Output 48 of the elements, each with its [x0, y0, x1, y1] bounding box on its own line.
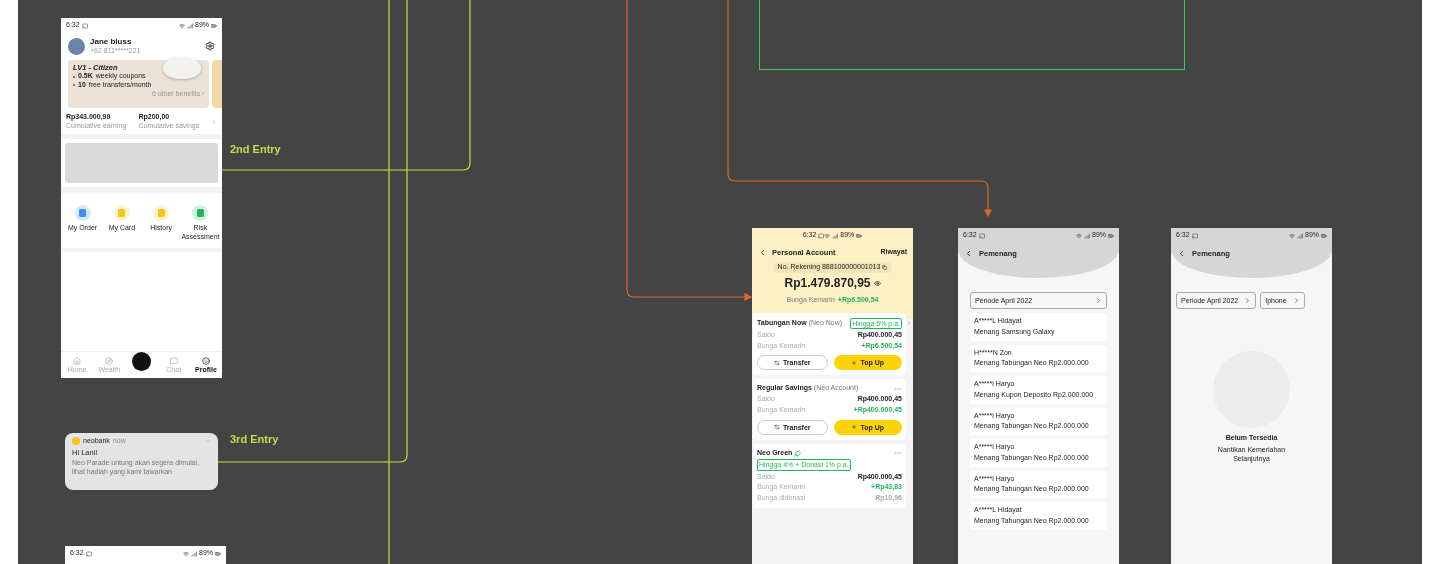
- cast-icon: [85, 550, 92, 557]
- signal-icon: [832, 232, 839, 239]
- chevron-icon: [1095, 297, 1102, 304]
- plus-icon: [851, 424, 858, 431]
- wifi-icon: [824, 232, 831, 239]
- battery-icon: [211, 22, 217, 29]
- chevron-icon: [1292, 297, 1300, 304]
- signal-icon: [1084, 232, 1090, 239]
- nav-icon: [105, 357, 114, 365]
- wifi-icon: [183, 550, 189, 557]
- nav-icon: [169, 357, 178, 365]
- back-icon[interactable]: [964, 249, 973, 259]
- wifi-icon: [1289, 232, 1295, 239]
- card-edge: [212, 59, 222, 108]
- battery-icon: [1108, 232, 1114, 239]
- cast-icon: [978, 232, 985, 239]
- wifi-icon: [179, 22, 185, 29]
- app-icon: [72, 437, 80, 446]
- cast-icon: [81, 22, 88, 29]
- plus-icon: [851, 359, 858, 366]
- cast-icon: [1191, 232, 1198, 239]
- entry-label: 2nd Entry: [230, 143, 281, 155]
- nav-icon: [73, 357, 82, 365]
- wifi-icon: [1076, 232, 1082, 239]
- nav-icon: [201, 357, 210, 365]
- swap-icon: [773, 359, 780, 366]
- shortcut-background[interactable]: [74, 205, 91, 222]
- signal-icon: [1297, 232, 1303, 239]
- cup-drawing: [163, 56, 202, 79]
- avatar: [68, 37, 85, 55]
- signal-icon: [187, 22, 193, 29]
- settings-icon[interactable]: [205, 41, 215, 52]
- copy-icon[interactable]: [882, 265, 888, 271]
- battery-icon: [215, 550, 221, 557]
- battery-icon: [856, 232, 863, 239]
- swap-icon: [773, 424, 780, 431]
- balance: Rp1.479.870,95: [784, 276, 871, 292]
- entry-label: 3rd Entry: [230, 433, 279, 445]
- logo-icon[interactable]: [132, 351, 151, 371]
- back-icon[interactable]: [1177, 249, 1186, 259]
- cast-icon: [818, 232, 825, 239]
- shortcut-background[interactable]: [192, 205, 209, 222]
- chevron-icon: [1244, 297, 1252, 304]
- eye-icon[interactable]: [873, 280, 881, 288]
- battery-icon: [1321, 232, 1327, 239]
- user-name: Jane bluss: [90, 37, 133, 47]
- back-icon[interactable]: [758, 248, 767, 258]
- signal-icon: [191, 550, 197, 557]
